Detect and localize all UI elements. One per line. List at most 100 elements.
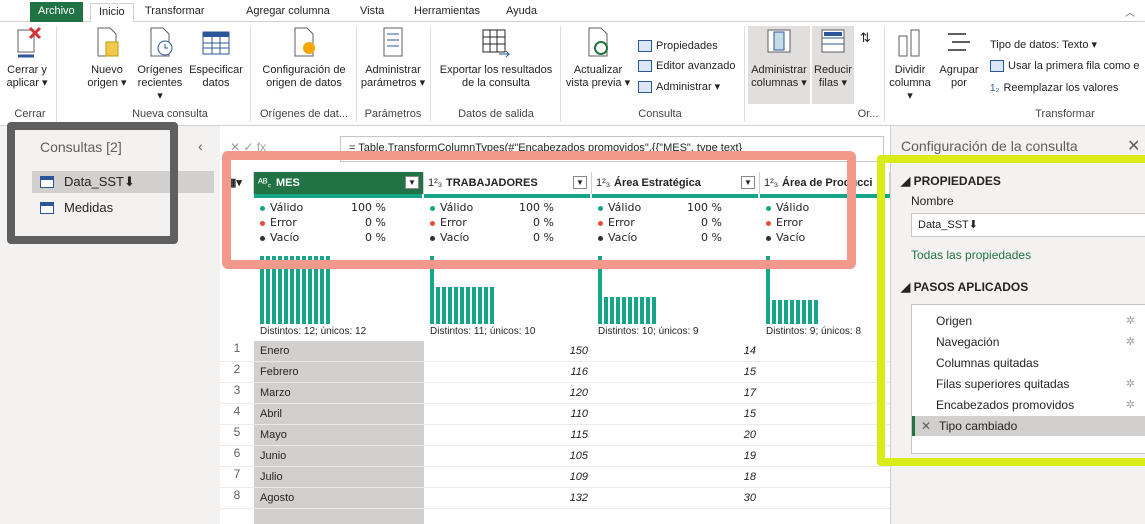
cell-mes[interactable]: Mayo	[260, 425, 420, 445]
btn-label: Orígenes	[137, 64, 183, 76]
cell-trabajadores[interactable]: 115	[424, 425, 588, 445]
cell-mes[interactable]: Agosto	[260, 488, 420, 508]
btn-label: columna ▾	[889, 77, 931, 102]
table-icon	[201, 26, 231, 60]
tab-vista[interactable]: Vista	[352, 3, 392, 22]
tab-herramientas[interactable]: Herramientas	[406, 3, 488, 22]
cell-trabajadores[interactable]: 120	[424, 383, 588, 403]
data-source-settings-button[interactable]: Configuración de origen de datos	[256, 26, 352, 90]
btn-label: Configuración de	[262, 64, 346, 76]
close-apply-button[interactable]: Cerrar y aplicar ▾	[2, 26, 52, 90]
data-type-dropdown[interactable]: Tipo de datos: Texto ▾	[990, 38, 1097, 51]
close-icon[interactable]: ✕	[1127, 136, 1140, 156]
btn-label: Especificar	[189, 64, 243, 76]
enter-data-button[interactable]: Especificar datos	[188, 26, 244, 90]
row-number[interactable]: 1	[220, 341, 254, 355]
use-first-row-button[interactable]: Usar la primera fila como e	[990, 60, 1139, 72]
distribution-bar	[610, 296, 614, 324]
recent-sources-icon	[145, 26, 175, 60]
row-number[interactable]: 8	[220, 488, 254, 502]
refresh-preview-button[interactable]: Actualizar vista previa ▾	[564, 26, 632, 90]
reduce-rows-button[interactable]: Reducir filas ▾	[812, 26, 854, 104]
btn-label: Nuevo	[91, 64, 123, 76]
cell-mes[interactable]: Julio	[260, 467, 420, 487]
btn-label: origen ▾	[87, 77, 127, 89]
close-apply-icon	[12, 26, 42, 60]
btn-label: columnas ▾	[751, 77, 807, 89]
row-number[interactable]: 3	[220, 383, 254, 397]
divider	[560, 26, 561, 122]
distinct-count: Distintos: 11; únicos: 10	[430, 326, 536, 337]
cell-mes[interactable]: Abril	[260, 404, 420, 424]
tab-agregar-columna[interactable]: Agregar columna	[238, 3, 338, 22]
divider	[884, 26, 885, 122]
btn-label: aplicar ▾	[6, 77, 48, 89]
recent-sources-button[interactable]: Orígenes recientes ▾	[134, 26, 186, 103]
distribution-bar	[442, 286, 446, 324]
divider	[356, 26, 357, 122]
manage-columns-button[interactable]: Administrar columnas ▾	[748, 26, 810, 104]
cell-area-estrategica[interactable]: 19	[592, 446, 756, 466]
cell-trabajadores[interactable]: 105	[424, 446, 588, 466]
cell-trabajadores[interactable]: 116	[424, 362, 588, 382]
replace-icon: 1₂	[990, 82, 1000, 94]
distribution-bar	[616, 296, 620, 324]
btn-label: Propiedades	[656, 40, 718, 52]
replace-values-button[interactable]: 1₂ Reemplazar los valores	[990, 82, 1118, 94]
btn-label: Usar la primera fila como e	[1008, 60, 1140, 72]
distribution-bar	[454, 286, 458, 324]
highlight-box-settings	[877, 155, 1145, 466]
cell-mes[interactable]: Marzo	[260, 383, 420, 403]
cell-trabajadores[interactable]: 109	[424, 467, 588, 487]
tab-transformar[interactable]: Transformar	[137, 3, 213, 22]
collapse-ribbon-icon[interactable]: ︿	[1125, 4, 1135, 19]
new-source-button[interactable]: Nuevo origen ▾	[86, 26, 128, 90]
row-number[interactable]: 7	[220, 467, 254, 481]
cell-area-estrategica[interactable]: 18	[592, 467, 756, 487]
divider	[744, 26, 745, 122]
btn-label: Cerrar y	[7, 64, 47, 76]
cell-mes[interactable]: Enero	[260, 341, 420, 361]
sort-az-button[interactable]: ⇅	[860, 30, 871, 46]
distribution-bar	[814, 300, 818, 324]
distribution-bar	[478, 286, 482, 324]
export-results-button[interactable]: Exportar los resultados de la consulta	[434, 26, 558, 90]
group-label: Consulta	[638, 108, 682, 120]
cell-area-estrategica[interactable]: 15	[592, 404, 756, 424]
collapse-pane-icon[interactable]: ‹	[198, 138, 203, 154]
cell-area-estrategica[interactable]: 20	[592, 425, 756, 445]
cell-area-estrategica[interactable]: 15	[592, 362, 756, 382]
cell-mes[interactable]: Febrero	[260, 362, 420, 382]
cell-area-estrategica[interactable]: 30	[592, 488, 756, 508]
distribution-bar	[604, 296, 608, 324]
properties-button[interactable]: Propiedades	[638, 40, 718, 52]
split-column-button[interactable]: Dividir columna ▾	[888, 26, 932, 103]
manage-parameters-button[interactable]: Administrar parámetros ▾	[360, 26, 426, 90]
btn-label: parámetros ▾	[360, 77, 426, 89]
advanced-editor-button[interactable]: Editor avanzado	[638, 60, 736, 72]
distinct-count: Distintos: 9; únicos: 8	[766, 326, 862, 337]
group-by-button[interactable]: Agrupar por	[934, 26, 984, 90]
cell-trabajadores[interactable]: 150	[424, 341, 588, 361]
new-source-icon	[92, 26, 122, 60]
row-number[interactable]: 4	[220, 404, 254, 418]
btn-label: filas ▾	[818, 77, 848, 89]
cell-mes[interactable]: Junio	[260, 446, 420, 466]
cell-area-estrategica[interactable]: 17	[592, 383, 756, 403]
cell-trabajadores[interactable]: 110	[424, 404, 588, 424]
parameters-icon	[378, 26, 408, 60]
row-number[interactable]: 2	[220, 362, 254, 376]
distribution-bar	[802, 300, 806, 324]
cell-trabajadores[interactable]: 132	[424, 488, 588, 508]
tab-inicio[interactable]: Inicio	[90, 3, 134, 22]
tab-archivo[interactable]: Archivo	[30, 2, 83, 22]
cell-area-estrategica[interactable]: 14	[592, 341, 756, 361]
btn-label: datos	[202, 77, 230, 89]
tab-ayuda[interactable]: Ayuda	[498, 3, 545, 22]
manage-button[interactable]: Administrar ▾	[638, 80, 720, 93]
export-table-icon	[481, 26, 511, 60]
row-number[interactable]: 5	[220, 425, 254, 439]
row-number[interactable]: 6	[220, 446, 254, 460]
header-row-icon	[990, 60, 1004, 72]
btn-label: Reducir	[814, 64, 852, 76]
